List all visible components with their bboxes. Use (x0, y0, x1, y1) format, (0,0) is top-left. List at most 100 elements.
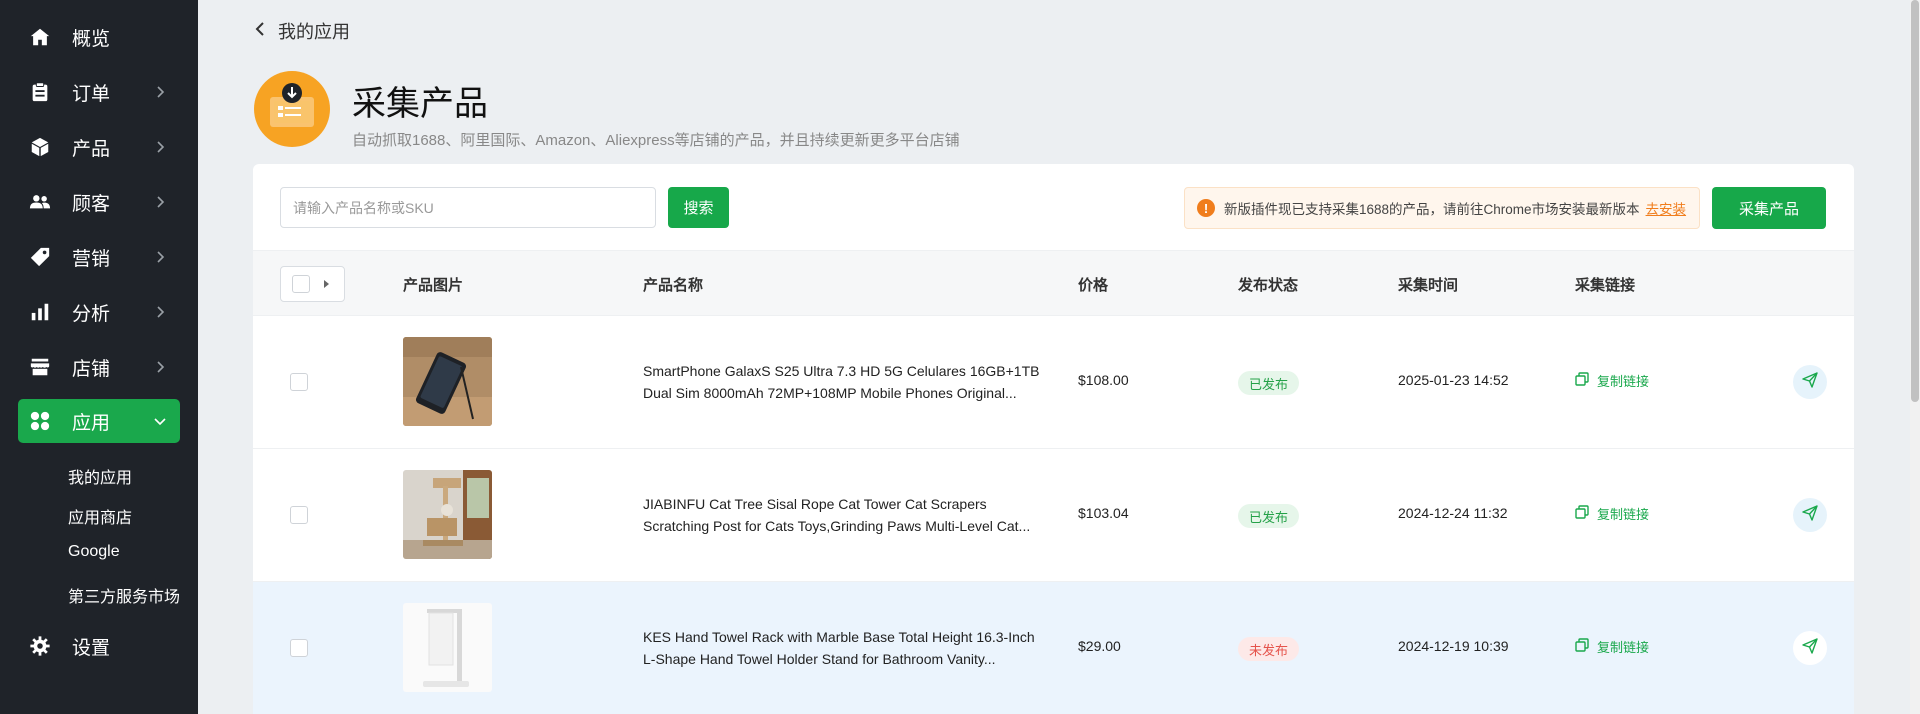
subnav-app-store[interactable]: 应用商店 (68, 504, 132, 528)
collect-time: 2025-01-23 14:52 (1398, 372, 1509, 388)
copy-link-label: 复制链接 (1597, 507, 1650, 522)
subnav-my-apps[interactable]: 我的应用 (68, 464, 132, 488)
nav-item-analytics[interactable]: 分析 (18, 290, 180, 334)
nav-item-apps[interactable]: 应用 (18, 399, 180, 443)
nav-item-marketing[interactable]: 营销 (18, 235, 180, 279)
table-row[interactable]: SmartPhone GalaxS S25 Ultra 7.3 HD 5G Ce… (253, 316, 1854, 449)
product-name-line: L-Shape Hand Towel Holder Stand for Bath… (643, 651, 996, 667)
status-badge: 未发布 (1238, 637, 1300, 661)
tag-icon (28, 245, 52, 269)
chevron-right-icon (150, 357, 170, 377)
subnav-google[interactable]: Google (68, 543, 120, 561)
row-checkbox[interactable] (290, 639, 308, 657)
copy-icon (1575, 638, 1589, 655)
caret-right-icon (324, 280, 329, 288)
collect-time: 2024-12-19 10:39 (1398, 638, 1509, 654)
nav-label: 分析 (72, 303, 111, 325)
chevron-right-icon (150, 247, 170, 267)
table-row[interactable]: KES Hand Towel Rack with Marble Base Tot… (253, 582, 1854, 714)
row-checkbox[interactable] (290, 506, 308, 524)
send-icon (1802, 371, 1818, 393)
nav-label: 设置 (72, 637, 111, 659)
product-name: KES Hand Towel Rack with Marble Base Tot… (643, 626, 1048, 670)
warning-icon: ! (1197, 199, 1215, 217)
copy-link-button[interactable]: 复制链接 (1575, 504, 1649, 523)
collect-product-button[interactable]: 采集产品 (1712, 187, 1826, 229)
scrollbar-thumb[interactable] (1911, 0, 1919, 402)
copy-link-label: 复制链接 (1597, 640, 1650, 655)
nav-item-customers[interactable]: 顾客 (18, 180, 180, 224)
subnav-third-party-market[interactable]: 第三方服务市场 (68, 583, 180, 607)
install-link[interactable]: 去安装 (1646, 198, 1687, 218)
clipboard-icon (28, 80, 52, 104)
app-logo (254, 71, 330, 147)
publish-button[interactable] (1793, 631, 1827, 665)
box-icon (28, 135, 52, 159)
collect-time: 2024-12-24 11:32 (1398, 505, 1508, 521)
search-button[interactable]: 搜索 (668, 187, 729, 228)
column-header: 采集链接 (1575, 276, 1636, 294)
column-header: 产品图片 (403, 276, 464, 294)
column-header: 价格 (1078, 276, 1109, 294)
product-name: SmartPhone GalaxS S25 Ultra 7.3 HD 5G Ce… (643, 360, 1048, 404)
status-badge: 已发布 (1238, 504, 1300, 528)
publish-button[interactable] (1793, 498, 1827, 532)
notice-banner: ! 新版插件现已支持采集1688的产品，请前往Chrome市场安装最新版本 去安… (1184, 187, 1700, 229)
page-description: 自动抓取1688、阿里国际、Amazon、Aliexpress等店铺的产品，并且… (352, 132, 960, 149)
notice-text: 新版插件现已支持采集1688的产品，请前往Chrome市场安装最新版本 (1224, 202, 1640, 217)
nav-label: 概览 (72, 28, 111, 50)
product-image (403, 470, 492, 559)
send-icon (1802, 504, 1818, 526)
product-name-line: Dual Sim 8000mAh 72MP+108MP Mobile Phone… (643, 385, 1017, 401)
row-checkbox[interactable] (290, 373, 308, 391)
copy-link-button[interactable]: 复制链接 (1575, 371, 1649, 390)
select-all-dropdown[interactable] (280, 266, 345, 302)
nav-label: 营销 (72, 248, 111, 270)
nav-label: 产品 (72, 138, 111, 160)
product-name-line: KES Hand Towel Rack with Marble Base Tot… (643, 629, 1035, 645)
chevron-right-icon (150, 192, 170, 212)
publish-button[interactable] (1793, 365, 1827, 399)
table-header: 产品图片 产品名称 价格 发布状态 采集时间 采集链接 (253, 250, 1854, 316)
product-name-line: JIABINFU Cat Tree Sisal Rope Cat Tower C… (643, 496, 987, 512)
sidebar: 概览 订单 产品 顾客 营销 分析 店铺 应用 我的应用 应用商店 Google… (0, 0, 198, 714)
copy-icon (1575, 372, 1589, 389)
column-header: 发布状态 (1238, 276, 1299, 294)
product-name-line: SmartPhone GalaxS S25 Ultra 7.3 HD 5G Ce… (643, 363, 1040, 379)
copy-link-label: 复制链接 (1597, 374, 1650, 389)
nav-label: 订单 (72, 83, 111, 105)
chevron-down-icon (150, 411, 170, 431)
apps-icon (28, 409, 52, 433)
gear-icon (28, 634, 52, 658)
product-image (403, 337, 492, 426)
copy-icon (1575, 505, 1589, 522)
chevron-right-icon (150, 82, 170, 102)
product-price: $108.00 (1078, 372, 1129, 388)
nav-item-products[interactable]: 产品 (18, 125, 180, 169)
page-title: 采集产品 (352, 85, 488, 123)
chevron-left-icon (254, 21, 266, 42)
product-name: JIABINFU Cat Tree Sisal Rope Cat Tower C… (643, 493, 1048, 537)
nav-item-orders[interactable]: 订单 (18, 70, 180, 114)
chevron-right-icon (150, 137, 170, 157)
table-row[interactable]: JIABINFU Cat Tree Sisal Rope Cat Tower C… (253, 449, 1854, 582)
nav-label: 顾客 (72, 193, 111, 215)
back-link[interactable]: 我的应用 (254, 18, 350, 44)
nav-label: 店铺 (72, 358, 111, 380)
column-header: 产品名称 (643, 276, 704, 294)
search-input[interactable] (280, 187, 656, 228)
store-icon (28, 355, 52, 379)
scrollbar-track[interactable] (1910, 0, 1920, 714)
product-price: $29.00 (1078, 638, 1121, 654)
product-name-line: Scratching Post for Cats Toys,Grinding P… (643, 518, 1031, 534)
select-all-checkbox[interactable] (292, 275, 310, 293)
home-icon (28, 25, 52, 49)
send-icon (1802, 637, 1818, 659)
status-badge: 已发布 (1238, 371, 1300, 395)
nav-item-settings[interactable]: 设置 (18, 624, 180, 668)
copy-link-button[interactable]: 复制链接 (1575, 637, 1649, 656)
nav-item-overview[interactable]: 概览 (18, 15, 180, 59)
product-image (403, 603, 492, 692)
content-card: 搜索 ! 新版插件现已支持采集1688的产品，请前往Chrome市场安装最新版本… (253, 164, 1854, 714)
nav-item-store[interactable]: 店铺 (18, 345, 180, 389)
